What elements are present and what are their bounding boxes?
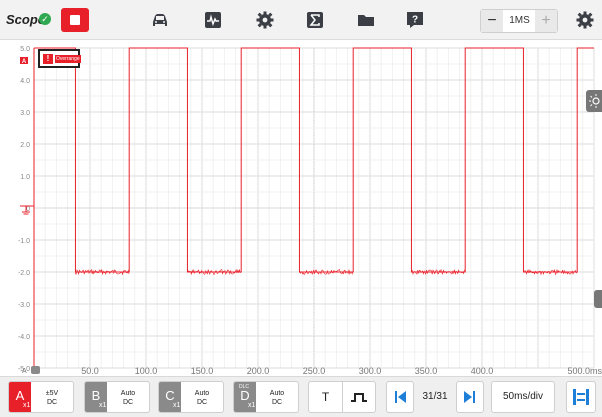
warning-icon: ! (43, 54, 53, 64)
channel-b-multiplier: x1 (99, 402, 107, 409)
channel-c-button[interactable]: C x1 Auto DC (158, 381, 224, 413)
last-frame-button[interactable] (456, 381, 484, 413)
channel-a-button[interactable]: A x1 ±5V DC (8, 381, 74, 413)
x-tick-label: 150.0 (191, 366, 214, 376)
car-icon[interactable] (150, 10, 170, 30)
svg-text:?: ? (412, 15, 418, 26)
stop-button[interactable] (61, 8, 89, 32)
waveform-chart[interactable]: 5.04.03.02.01.00-1.0-2.0-3.0-4.0-5.0 50.… (0, 40, 602, 376)
channel-d-coupling: DC (271, 399, 283, 406)
channel-a-range-marker-label: A (22, 59, 27, 65)
x-tick-label: 100.0 (135, 366, 158, 376)
help-icon[interactable]: ? (405, 10, 425, 30)
y-tick-label: 3.0 (20, 110, 30, 117)
rising-edge-icon (351, 393, 367, 402)
y-tick-label: 2.0 (20, 142, 30, 149)
first-frame-button[interactable] (386, 381, 414, 413)
channel-d-button[interactable]: D DLC x1 Auto DC (233, 381, 299, 413)
y-tick-label: -1.0 (18, 238, 30, 245)
trigger-edge-button[interactable] (343, 382, 375, 412)
connected-check-icon: ✓ (39, 13, 51, 25)
zoom-out-button[interactable]: − (481, 10, 503, 32)
y-tick-label: -3.0 (18, 302, 30, 309)
channel-b-range: Auto (120, 390, 136, 397)
skip-forward-icon (464, 391, 475, 403)
channel-a-multiplier: x1 (23, 402, 31, 409)
scope-app: Scope ✓ ? − 1MS + 5.0 4.0 3.0 2.0 1.0 0 … (0, 0, 602, 417)
x-tick-label: 400.0 (471, 366, 494, 376)
stop-icon (70, 15, 80, 25)
cursor-handle-icon[interactable] (31, 366, 40, 374)
x-tick-label: 350.0 (415, 366, 438, 376)
channel-label: A (22, 368, 27, 375)
channel-d-multiplier: x1 (248, 402, 256, 409)
channel-a-coupling: DC (46, 399, 58, 406)
timebase-button[interactable]: 50ms/div (491, 381, 555, 413)
trigger-type-button[interactable]: T (309, 382, 343, 412)
channel-d-dlc-label: DLC (239, 384, 250, 390)
y-tick-label: -2.0 (18, 270, 30, 277)
trigger-control: T (308, 381, 376, 413)
channel-b-coupling: DC (122, 399, 134, 406)
zoom-in-button[interactable]: + (535, 10, 557, 32)
y-tick-label: 5.0 (20, 46, 30, 53)
channel-b-button[interactable]: B x1 Auto DC (84, 381, 150, 413)
settings-icon[interactable] (575, 10, 595, 30)
frame-counter: 31/31 (422, 391, 448, 402)
y-axis-ticks: 5.04.03.02.01.00-1.0-2.0-3.0-4.0-5.0 (18, 46, 30, 373)
side-panel-handle[interactable] (594, 290, 602, 308)
y-tick-label: -4.0 (18, 334, 30, 341)
channel-a-range: ±5V (45, 390, 59, 397)
gear-icon[interactable] (255, 10, 275, 30)
channel-c-coupling: DC (196, 399, 208, 406)
x-tick-label: 300.0 (359, 366, 382, 376)
overrange-badge: ! Overrange (38, 49, 81, 68)
waveform-icon[interactable] (203, 10, 223, 30)
y-tick-label: 1.0 (20, 174, 30, 181)
x-tick-label: 50.0 (81, 366, 99, 376)
channel-c-multiplier: x1 (173, 402, 181, 409)
channel-d-range: Auto (269, 390, 285, 397)
brightness-tab-icon[interactable] (586, 90, 602, 112)
x-tick-label: 500.0ms (567, 366, 602, 376)
zoom-control: − 1MS + (480, 9, 558, 33)
bottom-toolbar: A x1 ±5V DC B x1 Auto DC C x1 Auto DC D … (0, 376, 602, 417)
x-tick-label: 250.0 (303, 366, 326, 376)
folder-icon[interactable] (356, 10, 376, 30)
scope-display[interactable]: 5.0 4.0 3.0 2.0 1.0 0 -1.0 -2.0 -3.0 -4.0 -5.0 50.… (0, 40, 602, 376)
cursor-button[interactable] (566, 381, 596, 413)
sigma-icon[interactable] (305, 10, 325, 30)
channel-c-range: Auto (194, 390, 210, 397)
zoom-value: 1MS (509, 15, 530, 26)
y-tick-label: 4.0 (20, 78, 30, 85)
x-tick-label: 200.0 (247, 366, 270, 376)
cursor-icon (573, 389, 589, 405)
top-toolbar: Scope ✓ ? − 1MS + (0, 0, 602, 40)
skip-back-icon (395, 391, 406, 403)
overrange-label: Overrange (55, 55, 81, 63)
